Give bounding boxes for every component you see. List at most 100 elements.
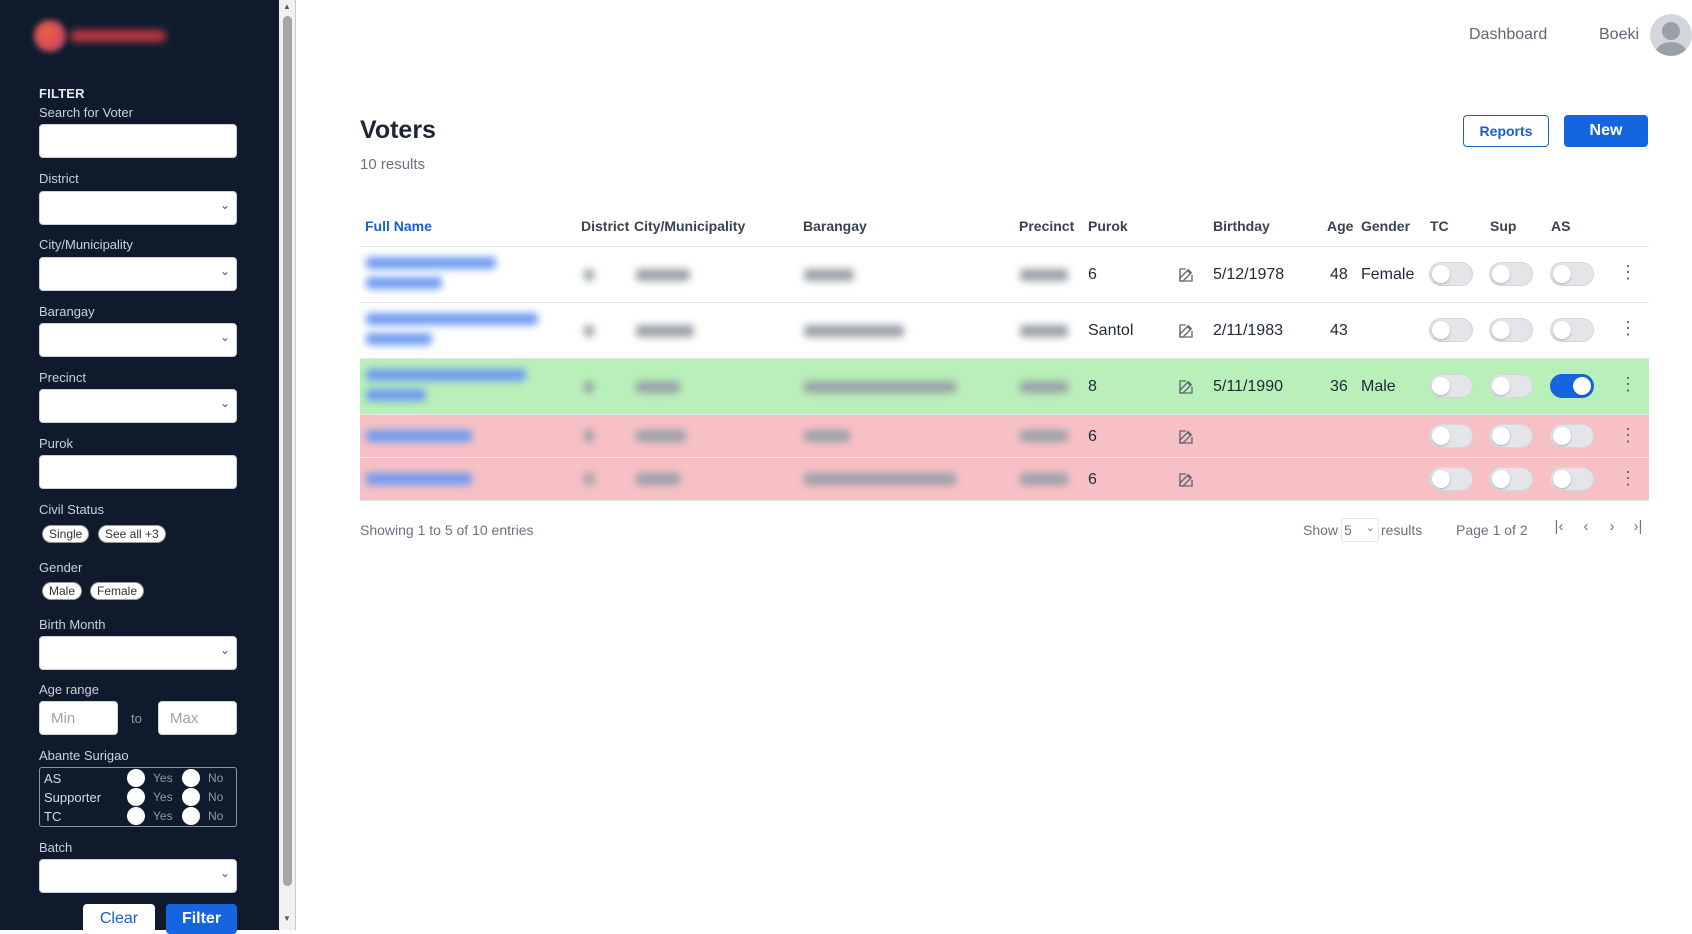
- last-page-icon[interactable]: ›|: [1629, 518, 1647, 535]
- voter-name-link[interactable]: [366, 389, 426, 401]
- col-tc[interactable]: TC: [1430, 218, 1449, 234]
- col-purok[interactable]: Purok: [1088, 218, 1128, 234]
- tc-no-radio[interactable]: [182, 807, 200, 825]
- search-voter-input[interactable]: [39, 124, 237, 158]
- no-label: No: [208, 771, 224, 785]
- voter-name-link[interactable]: [366, 277, 442, 289]
- scroll-down-icon[interactable]: ▼: [283, 914, 291, 923]
- abante-row-label: TC: [44, 809, 62, 824]
- as-yes-radio[interactable]: [127, 769, 145, 787]
- prev-page-icon[interactable]: ‹: [1577, 518, 1595, 535]
- city-select[interactable]: [39, 257, 237, 291]
- col-age[interactable]: Age: [1327, 218, 1353, 234]
- district-select[interactable]: [39, 191, 237, 225]
- precinct-value: [1020, 473, 1068, 485]
- avatar[interactable]: [1650, 14, 1692, 56]
- sidebar-scrollbar[interactable]: ▲ ▼: [279, 0, 296, 930]
- user-name[interactable]: Boeki: [1599, 26, 1639, 44]
- row-menu-icon[interactable]: ⋮: [1619, 319, 1637, 337]
- results-count: 10 results: [360, 156, 426, 173]
- app-logo[interactable]: [30, 18, 170, 54]
- col-birthday[interactable]: Birthday: [1213, 218, 1270, 234]
- search-label: Search for Voter: [39, 105, 133, 120]
- barangay-value: [804, 269, 854, 281]
- nav-dashboard-link[interactable]: Dashboard: [1469, 26, 1547, 44]
- table-row[interactable]: 8 5/11/1990 36 Male ⋮: [360, 359, 1649, 415]
- table-row[interactable]: 6 5/12/1978 48 Female ⋮: [360, 247, 1649, 303]
- row-menu-icon[interactable]: ⋮: [1619, 375, 1637, 393]
- row-menu-icon[interactable]: ⋮: [1619, 426, 1637, 444]
- sup-toggle[interactable]: [1489, 467, 1533, 491]
- district-label: District: [39, 171, 79, 186]
- tc-toggle[interactable]: [1429, 374, 1473, 398]
- sup-toggle[interactable]: [1489, 318, 1533, 342]
- entries-summary: Showing 1 to 5 of 10 entries: [360, 522, 534, 538]
- supporter-yes-radio[interactable]: [127, 788, 145, 806]
- scroll-thumb[interactable]: [283, 16, 292, 886]
- edit-icon[interactable]: [1177, 428, 1195, 446]
- civil-status-chip-single[interactable]: Single: [42, 525, 90, 543]
- voter-name-link[interactable]: [366, 369, 526, 381]
- birth-month-label: Birth Month: [39, 617, 106, 632]
- as-toggle[interactable]: [1550, 318, 1594, 342]
- col-full-name[interactable]: Full Name: [365, 218, 432, 234]
- precinct-select[interactable]: [39, 389, 237, 423]
- col-gender[interactable]: Gender: [1361, 218, 1410, 234]
- as-toggle[interactable]: [1550, 467, 1594, 491]
- tc-toggle[interactable]: [1429, 318, 1473, 342]
- tc-toggle[interactable]: [1429, 467, 1473, 491]
- district-value: [584, 381, 594, 393]
- col-barangay[interactable]: Barangay: [803, 218, 867, 234]
- batch-select[interactable]: [39, 859, 237, 893]
- col-precinct[interactable]: Precinct: [1019, 218, 1074, 234]
- next-page-icon[interactable]: ›: [1603, 518, 1621, 535]
- edit-icon[interactable]: [1177, 322, 1195, 340]
- chevron-down-icon: ⌄: [1365, 522, 1375, 534]
- voter-name-link[interactable]: [366, 473, 472, 485]
- voter-name-link[interactable]: [366, 313, 538, 325]
- row-menu-icon[interactable]: ⋮: [1619, 469, 1637, 487]
- precinct-label: Precinct: [39, 370, 86, 385]
- col-sup[interactable]: Sup: [1490, 218, 1516, 234]
- voter-name-link[interactable]: [366, 430, 472, 442]
- edit-icon[interactable]: [1177, 266, 1195, 284]
- age-max-input[interactable]: Max: [158, 701, 237, 735]
- yes-label: Yes: [153, 809, 173, 823]
- barangay-value: [804, 473, 956, 485]
- purok-input[interactable]: [39, 455, 237, 489]
- col-district[interactable]: District: [581, 218, 629, 234]
- table-row[interactable]: Santol 2/11/1983 43 ⋮: [360, 303, 1649, 359]
- table-row[interactable]: 6 ⋮: [360, 458, 1649, 501]
- barangay-select[interactable]: [39, 323, 237, 357]
- sup-toggle[interactable]: [1489, 262, 1533, 286]
- as-toggle[interactable]: [1550, 262, 1594, 286]
- row-menu-icon[interactable]: ⋮: [1619, 263, 1637, 281]
- edit-icon[interactable]: [1177, 378, 1195, 396]
- tc-toggle[interactable]: [1429, 424, 1473, 448]
- voter-name-link[interactable]: [366, 333, 432, 345]
- gender-chip-female[interactable]: Female: [90, 582, 145, 600]
- civil-status-see-all[interactable]: See all +3: [98, 525, 166, 543]
- as-no-radio[interactable]: [182, 769, 200, 787]
- yes-label: Yes: [153, 790, 173, 804]
- tc-yes-radio[interactable]: [127, 807, 145, 825]
- reports-button[interactable]: Reports: [1463, 115, 1549, 147]
- col-city[interactable]: City/Municipality: [634, 218, 745, 234]
- as-toggle[interactable]: [1550, 374, 1594, 398]
- as-toggle[interactable]: [1550, 424, 1594, 448]
- scroll-up-icon[interactable]: ▲: [283, 2, 291, 11]
- sup-toggle[interactable]: [1489, 374, 1533, 398]
- voter-name-link[interactable]: [366, 257, 496, 269]
- sup-toggle[interactable]: [1489, 424, 1533, 448]
- table-row[interactable]: 6 ⋮: [360, 415, 1649, 458]
- edit-icon[interactable]: [1177, 471, 1195, 489]
- col-as[interactable]: AS: [1551, 218, 1570, 234]
- gender-chip-male[interactable]: Male: [42, 582, 83, 600]
- birth-month-select[interactable]: [39, 636, 237, 670]
- tc-toggle[interactable]: [1429, 262, 1473, 286]
- new-voter-button[interactable]: New: [1564, 115, 1648, 147]
- first-page-icon[interactable]: |‹: [1550, 518, 1568, 535]
- supporter-no-radio[interactable]: [182, 788, 200, 806]
- page-size-select[interactable]: 5 ⌄: [1341, 518, 1379, 542]
- age-min-input[interactable]: Min: [39, 701, 118, 735]
